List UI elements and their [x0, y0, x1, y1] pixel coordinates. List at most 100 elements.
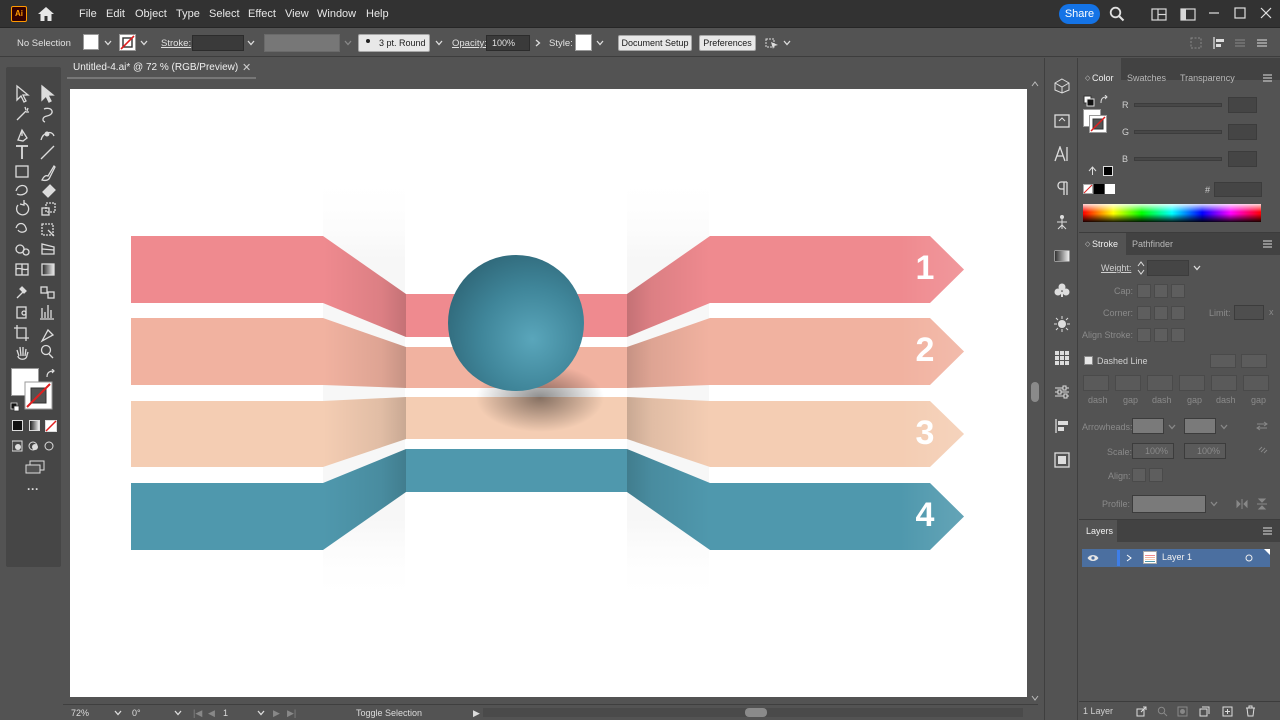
web-safe-swatch[interactable] — [1103, 166, 1113, 176]
chevron-down-icon[interactable] — [1192, 263, 1202, 273]
black-swatch[interactable] — [1094, 184, 1104, 194]
none-mode-icon[interactable] — [45, 420, 57, 432]
dash-field-2[interactable] — [1147, 375, 1173, 391]
g-value-field[interactable] — [1228, 124, 1257, 140]
projecting-cap-button[interactable] — [1171, 284, 1185, 298]
white-swatch[interactable] — [1105, 184, 1115, 194]
collapse-icon[interactable]: ◇ — [1085, 73, 1090, 85]
preferences-button[interactable]: Preferences — [699, 35, 756, 51]
layer-name[interactable]: Layer 1 — [1162, 552, 1192, 563]
sphere[interactable] — [448, 255, 584, 391]
chevron-down-icon[interactable] — [434, 38, 444, 48]
align-inside-button[interactable] — [1154, 328, 1168, 342]
chevron-down-icon[interactable] — [595, 38, 605, 48]
menu-view[interactable]: View — [285, 6, 309, 22]
ribbon-left-3[interactable] — [131, 401, 323, 467]
none-swatch-icon[interactable] — [1083, 184, 1093, 194]
r-value-field[interactable] — [1228, 97, 1257, 113]
chevron-down-icon[interactable] — [103, 38, 113, 48]
graphic-style-swatch[interactable] — [575, 34, 592, 51]
tab-pathfinder[interactable]: Pathfinder — [1132, 238, 1173, 250]
layer-target-icon[interactable] — [1245, 554, 1253, 562]
flip-across-icon[interactable] — [1257, 498, 1267, 510]
ribbon-center-4[interactable] — [406, 449, 627, 492]
tab-swatches[interactable]: Swatches — [1127, 72, 1166, 84]
arrow-align-extend-button[interactable] — [1132, 468, 1146, 482]
arrow-align-place-button[interactable] — [1149, 468, 1163, 482]
first-artboard-icon[interactable]: |◀ — [193, 707, 202, 719]
search-icon[interactable] — [1109, 6, 1125, 22]
r-slider[interactable] — [1134, 103, 1222, 107]
chevron-right-icon[interactable] — [533, 38, 543, 48]
scroll-up-icon[interactable] — [1030, 80, 1040, 88]
puppet-warp-icon[interactable] — [1054, 214, 1070, 230]
end-arrowhead-select[interactable] — [1184, 418, 1216, 434]
weight-label[interactable]: Weight: — [1101, 263, 1131, 274]
gradient-mode-icon[interactable] — [29, 420, 40, 431]
vertical-scroll-thumb[interactable] — [1031, 382, 1039, 402]
dashed-line-checkbox[interactable] — [1084, 356, 1093, 365]
align-dashes-button[interactable] — [1241, 354, 1267, 368]
minimize-icon[interactable] — [1207, 6, 1221, 20]
next-artboard-icon[interactable]: ▶ — [273, 707, 280, 719]
status-text[interactable]: Toggle Selection — [356, 707, 422, 719]
ribbon-left-4[interactable] — [131, 483, 323, 550]
stroke-swatch[interactable] — [119, 34, 136, 51]
default-colors-icon[interactable] — [1083, 95, 1095, 107]
chevron-down-icon[interactable] — [246, 38, 256, 48]
list-options-icon[interactable] — [1234, 37, 1246, 49]
layer-row[interactable]: Layer 1 — [1082, 549, 1270, 567]
g-slider[interactable] — [1134, 130, 1222, 134]
stroke-color-swatch[interactable] — [24, 381, 53, 410]
weight-field[interactable] — [1147, 260, 1189, 276]
new-layer-icon[interactable] — [1222, 706, 1233, 717]
ribbon-left-1[interactable] — [131, 236, 323, 303]
opacity-field[interactable]: 100% — [486, 35, 530, 51]
swap-fill-stroke-icon[interactable] — [45, 369, 56, 380]
start-arrowhead-select[interactable] — [1132, 418, 1164, 434]
tab-stroke[interactable]: Stroke — [1092, 238, 1118, 250]
gradient-panel-icon[interactable] — [1054, 248, 1070, 264]
stroke-weight-field[interactable] — [192, 35, 244, 51]
transform-icon[interactable] — [1190, 37, 1202, 49]
character-icon[interactable] — [1054, 146, 1070, 162]
previous-artboard-icon[interactable]: ◀ — [208, 707, 215, 719]
align-objects-icon[interactable] — [1054, 418, 1070, 434]
3d-icon[interactable] — [1054, 78, 1070, 94]
butt-cap-button[interactable] — [1137, 284, 1151, 298]
artboard[interactable]: 1 2 3 4 — [70, 89, 1027, 697]
document-setup-button[interactable]: Document Setup — [618, 35, 692, 51]
export-icon[interactable] — [1054, 112, 1070, 128]
maximize-icon[interactable] — [1233, 6, 1247, 20]
brush-definition[interactable]: 3 pt. Round — [358, 34, 430, 52]
horizontal-scrollbar[interactable] — [483, 708, 1023, 717]
link-scale-icon[interactable] — [1257, 444, 1269, 456]
end-scale-field[interactable]: 100% — [1184, 443, 1226, 459]
color-spectrum[interactable] — [1083, 204, 1261, 222]
round-join-button[interactable] — [1154, 306, 1168, 320]
appearance-icon[interactable] — [1054, 316, 1070, 332]
artboard-number[interactable]: 1 — [223, 707, 228, 719]
default-colors-icon[interactable] — [10, 402, 20, 412]
menu-file[interactable]: File — [79, 6, 97, 22]
artboards-icon[interactable] — [1054, 452, 1070, 468]
edit-toolbar-icon[interactable]: ··· — [27, 483, 43, 495]
arrange-documents-icon[interactable] — [1151, 8, 1167, 21]
menu-help[interactable]: Help — [366, 6, 389, 22]
panel-menu-icon[interactable] — [1263, 74, 1272, 82]
chevron-down-icon[interactable] — [113, 708, 123, 718]
panel-menu-icon[interactable] — [1263, 240, 1272, 248]
rotation-value[interactable]: 0° — [132, 707, 141, 719]
scroll-down-icon[interactable] — [1030, 694, 1040, 702]
profile-select[interactable] — [1132, 495, 1206, 513]
control-bar-menu-icon[interactable] — [1256, 37, 1268, 49]
color-stroke-swatch[interactable] — [1089, 115, 1107, 133]
home-icon[interactable] — [36, 5, 56, 23]
menu-type[interactable]: Type — [176, 6, 200, 22]
out-of-gamut-icon[interactable] — [1088, 166, 1097, 176]
close-tab-icon[interactable]: ✕ — [242, 61, 252, 74]
collapse-icon[interactable]: ◇ — [1085, 239, 1090, 251]
gap-field-2[interactable] — [1179, 375, 1205, 391]
chevron-down-icon[interactable] — [782, 38, 792, 48]
preserve-dashes-button[interactable] — [1210, 354, 1236, 368]
